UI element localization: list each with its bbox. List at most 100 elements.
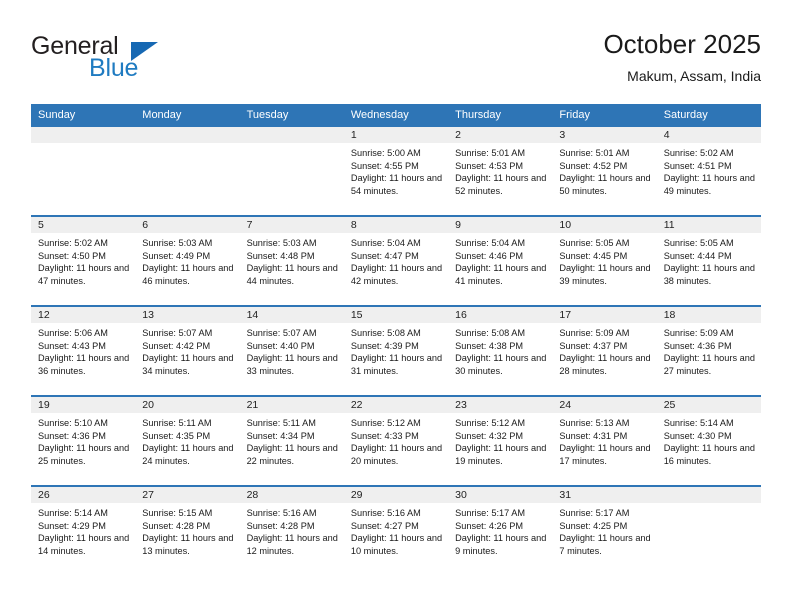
calendar-day-cell[interactable]: 9 Sunrise: 5:04 AM Sunset: 4:46 PM Daylight…	[448, 217, 553, 305]
sunrise-text: Sunrise: 5:11 AM	[246, 418, 316, 428]
calendar-day-cell[interactable]: 15 Sunrise: 5:08 AM Sunset: 4:39 PM Dayligh…	[343, 307, 449, 395]
day-number: 31	[552, 487, 657, 503]
sunrise-text: Sunrise: 5:08 AM	[350, 328, 421, 338]
day-details: Sunrise: 5:07 AM Sunset: 4:42 PM Daylight:…	[135, 323, 239, 377]
calendar-day-cell[interactable]: 24 Sunrise: 5:13 AM Sunset: 4:31 PM Dayligh…	[552, 397, 657, 485]
day-details: Sunrise: 5:03 AM Sunset: 4:48 PM Daylight:…	[240, 233, 344, 287]
sunset-text: Sunset: 4:30 PM	[663, 430, 732, 441]
calendar-day-cell[interactable]: 20 Sunrise: 5:11 AM Sunset: 4:35 PM Dayligh…	[135, 397, 240, 485]
calendar-week-row: 1 Sunrise: 5:00 AM Sunset: 4:55 PM Daylight…	[31, 127, 761, 215]
calendar-day-cell[interactable]: 4 Sunrise: 5:02 AM Sunset: 4:51 PM Daylight…	[656, 127, 761, 215]
calendar-day-cell[interactable]: 22 Sunrise: 5:12 AM Sunset: 4:33 PM Dayligh…	[343, 397, 449, 485]
day-number	[135, 127, 240, 143]
calendar-day-cell[interactable]: 23 Sunrise: 5:12 AM Sunset: 4:32 PM Dayligh…	[448, 397, 553, 485]
day-number: 2	[448, 127, 553, 143]
day-number: 4	[656, 127, 761, 143]
calendar-day-cell[interactable]: 13 Sunrise: 5:07 AM Sunset: 4:42 PM Dayligh…	[135, 307, 240, 395]
calendar-day-cell[interactable]: 28 Sunrise: 5:16 AM Sunset: 4:28 PM Dayligh…	[239, 487, 344, 575]
calendar-day-cell[interactable]: 8 Sunrise: 5:04 AM Sunset: 4:47 PM Daylight…	[343, 217, 449, 305]
calendar-day-cell[interactable]: 30 Sunrise: 5:17 AM Sunset: 4:26 PM Dayligh…	[448, 487, 553, 575]
day-number	[31, 127, 136, 143]
daylight-text: Daylight: 11 hours and 20 minutes.	[350, 443, 443, 466]
calendar-day-cell-empty	[239, 127, 344, 215]
daylight-text: Daylight: 11 hours and 54 minutes.	[350, 173, 443, 196]
calendar-day-cell[interactable]: 3 Sunrise: 5:01 AM Sunset: 4:52 PM Daylight…	[552, 127, 657, 215]
daylight-text: Daylight: 11 hours and 16 minutes.	[663, 443, 755, 466]
day-details: Sunrise: 5:09 AM Sunset: 4:36 PM Daylight:…	[657, 323, 761, 377]
sunset-text: Sunset: 4:25 PM	[559, 520, 628, 531]
day-details: Sunrise: 5:08 AM Sunset: 4:38 PM Daylight:…	[448, 323, 552, 377]
sunrise-text: Sunrise: 5:01 AM	[559, 148, 630, 158]
sunset-text: Sunset: 4:38 PM	[455, 340, 524, 351]
weekday-header-saturday: Saturday	[663, 109, 708, 121]
calendar-day-cell[interactable]: 25 Sunrise: 5:14 AM Sunset: 4:30 PM Dayligh…	[656, 397, 761, 485]
sunrise-text: Sunrise: 5:08 AM	[455, 328, 526, 338]
calendar-day-cell[interactable]: 18 Sunrise: 5:09 AM Sunset: 4:36 PM Dayligh…	[656, 307, 761, 395]
calendar-week-row: 12 Sunrise: 5:06 AM Sunset: 4:43 PM Dayligh…	[31, 305, 761, 395]
day-number: 25	[656, 397, 761, 413]
day-details: Sunrise: 5:11 AM Sunset: 4:34 PM Daylight:…	[240, 413, 344, 467]
sunrise-text: Sunrise: 5:14 AM	[38, 508, 108, 518]
calendar-day-cell[interactable]: 21 Sunrise: 5:11 AM Sunset: 4:34 PM Dayligh…	[239, 397, 344, 485]
day-details: Sunrise: 5:07 AM Sunset: 4:40 PM Daylight:…	[240, 323, 344, 377]
day-number: 6	[135, 217, 240, 233]
sunset-text: Sunset: 4:37 PM	[559, 340, 628, 351]
weekday-header-tuesday: Tuesday	[246, 109, 289, 121]
daylight-text: Daylight: 11 hours and 24 minutes.	[142, 443, 234, 466]
calendar-day-cell[interactable]: 16 Sunrise: 5:08 AM Sunset: 4:38 PM Dayligh…	[448, 307, 553, 395]
calendar-day-cell-empty	[135, 127, 240, 215]
sunset-text: Sunset: 4:45 PM	[559, 250, 628, 261]
day-details: Sunrise: 5:10 AM Sunset: 4:36 PM Daylight:…	[31, 413, 135, 467]
day-details: Sunrise: 5:17 AM Sunset: 4:26 PM Daylight:…	[448, 503, 552, 557]
calendar-day-cell[interactable]: 6 Sunrise: 5:03 AM Sunset: 4:49 PM Daylight…	[135, 217, 240, 305]
weekday-header-wednesday: Wednesday	[350, 109, 409, 121]
weekday-header-thursday: Thursday	[455, 109, 501, 121]
calendar-day-cell[interactable]: 10 Sunrise: 5:05 AM Sunset: 4:45 PM Dayligh…	[552, 217, 657, 305]
calendar-day-cell[interactable]: 29 Sunrise: 5:16 AM Sunset: 4:27 PM Dayligh…	[343, 487, 449, 575]
calendar-day-cell[interactable]: 31 Sunrise: 5:17 AM Sunset: 4:25 PM Dayligh…	[552, 487, 657, 575]
calendar-day-cell[interactable]: 5 Sunrise: 5:02 AM Sunset: 4:50 PM Daylight…	[31, 217, 136, 305]
daylight-text: Daylight: 11 hours and 41 minutes.	[455, 263, 547, 286]
day-number: 15	[343, 307, 449, 323]
daylight-text: Daylight: 11 hours and 50 minutes.	[559, 173, 651, 196]
daylight-text: Daylight: 11 hours and 14 minutes.	[38, 533, 130, 556]
daylight-text: Daylight: 11 hours and 34 minutes.	[142, 353, 234, 376]
calendar-day-cell[interactable]: 27 Sunrise: 5:15 AM Sunset: 4:28 PM Dayligh…	[135, 487, 240, 575]
general-blue-logo[interactable]: General Blue	[31, 32, 231, 90]
day-number: 8	[343, 217, 449, 233]
sunrise-text: Sunrise: 5:07 AM	[246, 328, 317, 338]
daylight-text: Daylight: 11 hours and 17 minutes.	[559, 443, 651, 466]
calendar-day-cell[interactable]: 7 Sunrise: 5:03 AM Sunset: 4:48 PM Daylight…	[239, 217, 344, 305]
day-number: 11	[656, 217, 761, 233]
calendar-day-cell[interactable]: 14 Sunrise: 5:07 AM Sunset: 4:40 PM Dayligh…	[239, 307, 344, 395]
sunset-text: Sunset: 4:27 PM	[350, 520, 419, 531]
day-number: 12	[31, 307, 136, 323]
day-number: 10	[552, 217, 657, 233]
sunset-text: Sunset: 4:29 PM	[38, 520, 106, 531]
sunrise-text: Sunrise: 5:09 AM	[559, 328, 630, 338]
sunset-text: Sunset: 4:28 PM	[142, 520, 211, 531]
day-details: Sunrise: 5:04 AM Sunset: 4:46 PM Daylight:…	[448, 233, 552, 287]
calendar-day-cell[interactable]: 2 Sunrise: 5:01 AM Sunset: 4:53 PM Daylight…	[448, 127, 553, 215]
calendar-day-cell[interactable]: 19 Sunrise: 5:10 AM Sunset: 4:36 PM Dayligh…	[31, 397, 136, 485]
calendar-day-cell[interactable]: 12 Sunrise: 5:06 AM Sunset: 4:43 PM Dayligh…	[31, 307, 136, 395]
day-details: Sunrise: 5:06 AM Sunset: 4:43 PM Daylight:…	[31, 323, 135, 377]
day-details: Sunrise: 5:14 AM Sunset: 4:29 PM Daylight:…	[31, 503, 135, 557]
calendar-weeks: 1 Sunrise: 5:00 AM Sunset: 4:55 PM Daylight…	[31, 127, 761, 575]
calendar-day-cell[interactable]: 26 Sunrise: 5:14 AM Sunset: 4:29 PM Dayligh…	[31, 487, 136, 575]
sunset-text: Sunset: 4:32 PM	[455, 430, 524, 441]
day-number	[239, 127, 344, 143]
day-details: Sunrise: 5:08 AM Sunset: 4:39 PM Daylight:…	[344, 323, 448, 377]
calendar-day-cell[interactable]: 17 Sunrise: 5:09 AM Sunset: 4:37 PM Dayligh…	[552, 307, 657, 395]
sunset-text: Sunset: 4:36 PM	[38, 430, 106, 441]
sunrise-text: Sunrise: 5:05 AM	[663, 238, 734, 248]
day-details: Sunrise: 5:17 AM Sunset: 4:25 PM Daylight:…	[552, 503, 656, 557]
sunrise-text: Sunrise: 5:15 AM	[142, 508, 213, 518]
daylight-text: Daylight: 11 hours and 46 minutes.	[142, 263, 234, 286]
calendar-day-cell[interactable]: 1 Sunrise: 5:00 AM Sunset: 4:55 PM Daylight…	[343, 127, 449, 215]
daylight-text: Daylight: 11 hours and 31 minutes.	[350, 353, 443, 376]
sunset-text: Sunset: 4:49 PM	[142, 250, 211, 261]
calendar-day-cell[interactable]: 11 Sunrise: 5:05 AM Sunset: 4:44 PM Dayligh…	[656, 217, 761, 305]
sunset-text: Sunset: 4:51 PM	[663, 160, 732, 171]
daylight-text: Daylight: 11 hours and 39 minutes.	[559, 263, 651, 286]
